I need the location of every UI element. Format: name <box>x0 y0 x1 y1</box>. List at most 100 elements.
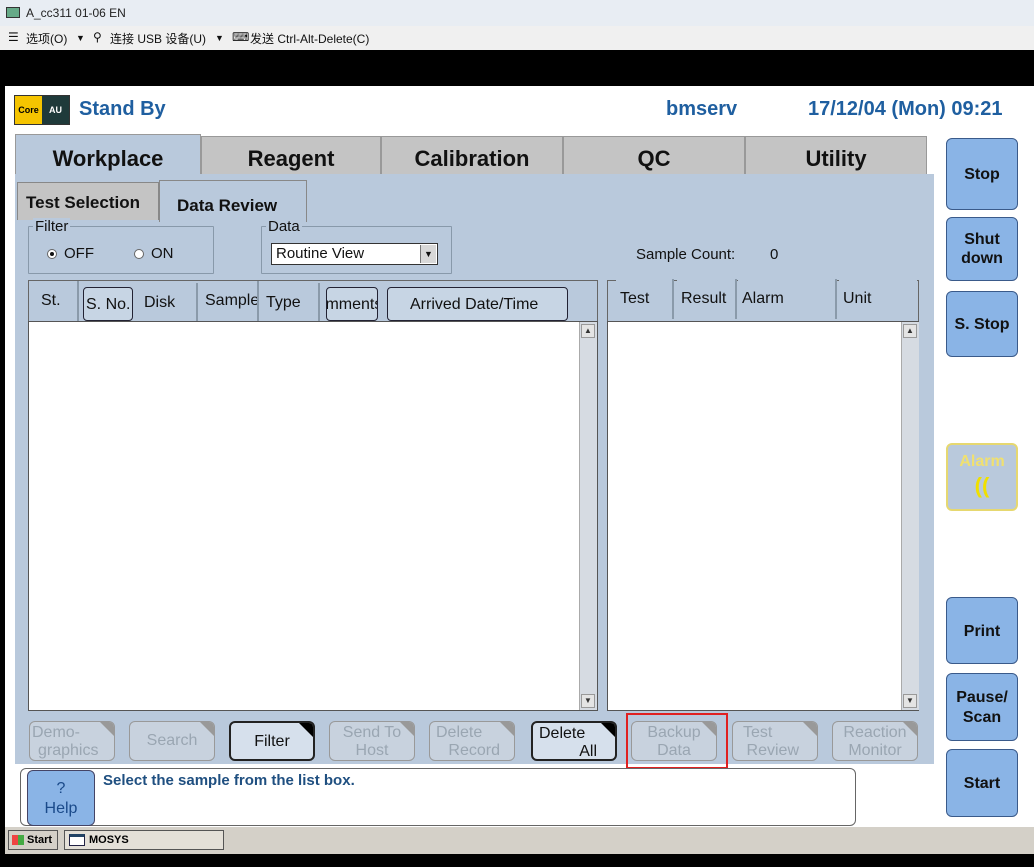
user-name: bmserv <box>666 98 738 120</box>
column-status[interactable]: St. <box>37 281 79 321</box>
button-label-line2: Record <box>448 742 500 759</box>
stop-button[interactable]: Stop <box>946 138 1018 210</box>
column-sample-no[interactable]: S. No. <box>83 287 133 321</box>
logo-au: AU <box>42 96 69 124</box>
column-result[interactable]: Result <box>677 279 737 319</box>
corner-mark-icon <box>903 722 917 736</box>
corner-mark-icon <box>299 723 313 737</box>
send-to-host-button[interactable]: Send To Host <box>329 721 415 761</box>
selection-highlight <box>626 713 728 769</box>
tab-reagent[interactable]: Reagent <box>201 136 381 178</box>
data-view-value: Routine View <box>276 245 365 262</box>
corner-mark-icon <box>803 722 817 736</box>
scroll-down-icon[interactable]: ▼ <box>581 694 595 708</box>
column-type[interactable]: Type <box>262 283 320 323</box>
chevron-down-icon[interactable]: ▼ <box>420 245 436 263</box>
header-band <box>5 50 1034 86</box>
column-sample[interactable]: Sample <box>201 281 259 321</box>
button-label-line2: Host <box>355 742 389 759</box>
pause-scan-button[interactable]: Pause/ Scan <box>946 673 1018 741</box>
filter-on-label[interactable]: ON <box>151 245 174 262</box>
search-button[interactable]: Search <box>129 721 215 761</box>
filter-button[interactable]: Filter <box>229 721 315 761</box>
guidance-message: Select the sample from the list box. <box>103 772 355 789</box>
tab-test-selection[interactable]: Test Selection <box>17 182 159 220</box>
data-legend: Data <box>266 218 302 235</box>
menu-options[interactable]: 选项(O) <box>26 30 67 47</box>
demographics-button[interactable]: Demo- graphics <box>29 721 115 761</box>
column-comments[interactable]: Comments <box>326 287 378 321</box>
taskbar-start-button[interactable]: Start <box>8 830 58 850</box>
system-status: Stand By <box>79 98 166 120</box>
windows-logo-icon <box>12 835 24 845</box>
help-label: Help <box>44 800 78 817</box>
column-alarm[interactable]: Alarm <box>738 279 837 319</box>
data-view-select[interactable]: Routine View ▼ <box>271 243 438 265</box>
core-au-logo: Core AU <box>14 95 70 125</box>
button-label-line2: down <box>961 250 1003 267</box>
button-label-line2: Scan <box>962 709 1002 726</box>
tab-qc[interactable]: QC <box>563 136 745 178</box>
tab-utility[interactable]: Utility <box>745 136 927 178</box>
column-arrived-datetime[interactable]: Arrived Date/Time <box>387 287 568 321</box>
usb-icon: ⚲ <box>93 30 102 44</box>
host-window-title: A_cc311 01-06 EN <box>26 6 126 20</box>
corner-mark-icon <box>400 722 414 736</box>
result-list[interactable] <box>607 321 919 711</box>
filter-off-label[interactable]: OFF <box>64 245 94 262</box>
help-button[interactable]: ? Help <box>27 770 95 826</box>
sample-count-value: 0 <box>770 246 779 263</box>
start-label: Start <box>27 834 53 846</box>
scroll-up-icon[interactable]: ▲ <box>581 324 595 338</box>
sample-list-scrollbar[interactable]: ▲ ▼ <box>579 322 597 710</box>
chevron-down-icon[interactable]: ▼ <box>215 33 224 43</box>
menu-usb[interactable]: 连接 USB 设备(U) <box>110 30 206 47</box>
filter-legend: Filter <box>33 218 71 235</box>
column-unit[interactable]: Unit <box>839 279 917 319</box>
window-icon <box>69 834 85 846</box>
tab-data-review[interactable]: Data Review <box>159 180 307 222</box>
button-label-line1: Pause/ <box>956 689 1008 706</box>
delete-all-button[interactable]: Delete All <box>531 721 617 761</box>
button-label-line1: Shut <box>964 231 1000 248</box>
tab-calibration[interactable]: Calibration <box>381 136 563 178</box>
taskbar-item-mosys[interactable]: MOSYS <box>64 830 224 850</box>
scroll-down-icon[interactable]: ▼ <box>903 694 917 708</box>
scroll-up-icon[interactable]: ▲ <box>903 324 917 338</box>
date-time: 17/12/04 (Mon) 09:21 <box>808 98 1003 120</box>
s-stop-button[interactable]: S. Stop <box>946 291 1018 357</box>
button-label-line2: Monitor <box>848 742 902 759</box>
delete-record-button[interactable]: Delete Record <box>429 721 515 761</box>
alarm-label: Alarm <box>959 453 1005 470</box>
sample-count-label: Sample Count: <box>636 246 736 263</box>
result-list-scrollbar[interactable]: ▲ ▼ <box>901 322 919 710</box>
column-disk[interactable]: Disk <box>140 283 198 323</box>
start-button[interactable]: Start <box>946 749 1018 817</box>
alarm-button[interactable]: Alarm (( <box>946 443 1018 511</box>
test-review-button[interactable]: Test Review <box>732 721 818 761</box>
corner-mark-icon <box>100 722 114 736</box>
button-label-line2: Review <box>746 742 799 759</box>
logo-core: Core <box>15 96 42 124</box>
shutdown-button[interactable]: Shut down <box>946 217 1018 281</box>
host-title-bar: A_cc311 01-06 EN <box>0 0 1034 26</box>
hamburger-icon[interactable]: ☰ <box>8 30 19 44</box>
keyboard-icon: ⌨ <box>232 30 250 44</box>
print-button[interactable]: Print <box>946 597 1018 664</box>
filter-group: Filter <box>28 218 214 274</box>
task-label: MOSYS <box>89 834 129 846</box>
reaction-monitor-button[interactable]: Reaction Monitor <box>832 721 918 761</box>
column-test[interactable]: Test <box>616 279 674 319</box>
button-label-line2: All <box>579 743 597 760</box>
corner-mark-icon <box>601 723 615 737</box>
corner-mark-icon <box>200 722 214 736</box>
button-label-line2: graphics <box>38 742 99 759</box>
chevron-down-icon[interactable]: ▼ <box>76 33 85 43</box>
menu-send-cad[interactable]: 发送 Ctrl-Alt-Delete(C) <box>250 30 369 47</box>
host-menu-bar: ☰ 选项(O) ▼ ⚲ 连接 USB 设备(U) ▼ ⌨ 发送 Ctrl-Alt… <box>0 26 1034 50</box>
tab-workplace[interactable]: Workplace <box>15 134 201 178</box>
filter-off-radio[interactable] <box>47 249 57 259</box>
corner-mark-icon <box>500 722 514 736</box>
sample-list[interactable] <box>28 321 598 711</box>
filter-on-radio[interactable] <box>134 249 144 259</box>
